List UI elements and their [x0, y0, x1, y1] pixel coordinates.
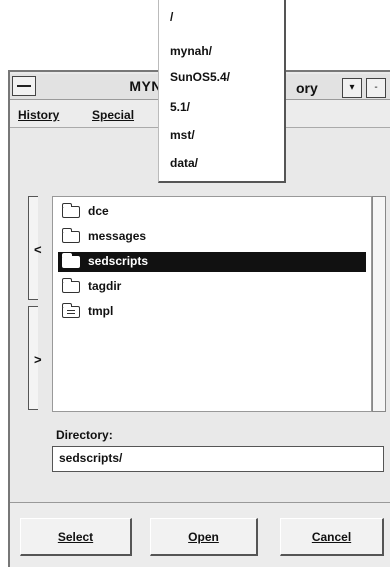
document-icon — [62, 303, 80, 318]
history-dropdown-item[interactable]: SunOS5.4/ — [170, 70, 230, 84]
minimize-button[interactable]: - — [366, 78, 386, 98]
file-name: tagdir — [88, 279, 122, 293]
system-menu-button[interactable] — [12, 76, 36, 96]
forward-arrow[interactable]: > — [34, 352, 42, 367]
history-dropdown-item[interactable]: 5.1/ — [170, 100, 190, 114]
select-button[interactable]: Select — [20, 518, 132, 556]
directory-input[interactable]: sedscripts/ — [52, 446, 384, 472]
file-list-item[interactable]: tagdir — [58, 277, 366, 297]
folder-icon — [62, 253, 80, 268]
menu-special[interactable]: Special — [92, 108, 134, 122]
history-dropdown-item[interactable]: / — [170, 10, 173, 24]
menu-history[interactable]: History — [18, 108, 59, 122]
back-arrow[interactable]: < — [34, 242, 42, 257]
select-button-label: Select — [57, 530, 94, 544]
window-menu-button[interactable]: ▾ — [342, 78, 362, 98]
open-button[interactable]: Open — [150, 518, 258, 556]
file-list-item[interactable]: dce — [58, 202, 366, 222]
file-name: dce — [88, 204, 109, 218]
history-dropdown-item[interactable]: data/ — [170, 156, 198, 170]
file-name: messages — [88, 229, 147, 243]
file-list-item[interactable]: sedscripts — [58, 252, 366, 272]
open-button-label: Open — [188, 530, 219, 544]
file-name: tmpl — [88, 304, 114, 318]
folder-icon — [62, 228, 80, 243]
directory-label: Directory: — [56, 428, 113, 442]
cancel-button[interactable]: Cancel — [280, 518, 384, 556]
window-title-right: ory — [296, 80, 318, 96]
file-name: sedscripts — [88, 254, 149, 268]
history-dropdown-item[interactable]: mynah/ — [170, 44, 212, 58]
history-dropdown-item[interactable]: mst/ — [170, 128, 195, 142]
folder-icon — [62, 203, 80, 218]
vertical-scrollbar[interactable] — [372, 196, 386, 412]
file-list-item[interactable]: messages — [58, 227, 366, 247]
folder-icon — [62, 278, 80, 293]
cancel-button-label: Cancel — [311, 530, 352, 544]
file-list-item[interactable]: tmpl — [58, 302, 366, 322]
